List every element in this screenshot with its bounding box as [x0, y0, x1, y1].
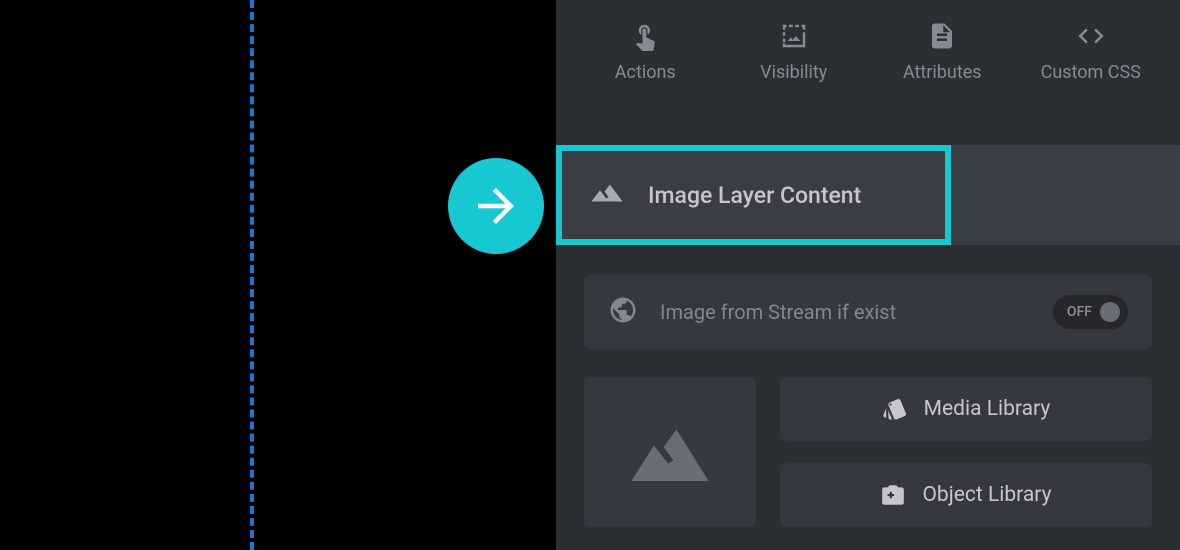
stream-image-label: Image from Stream if exist: [660, 300, 1031, 324]
panel-tabs: Actions Visibility Attributes Custom CSS: [556, 0, 1180, 107]
code-icon: [1075, 20, 1107, 52]
media-library-label: Media Library: [924, 397, 1051, 421]
canvas-area: [0, 0, 556, 550]
section-title: Image Layer Content: [648, 182, 861, 209]
stream-image-row: Image from Stream if exist OFF: [584, 275, 1152, 349]
tab-label: Visibility: [760, 62, 827, 83]
style-icon: [882, 396, 908, 422]
toggle-knob: [1100, 302, 1120, 322]
mountain-placeholder-icon: [631, 423, 709, 481]
object-library-label: Object Library: [922, 483, 1051, 507]
camera-plus-icon: [880, 482, 906, 508]
image-source-row: Media Library Object Library: [584, 377, 1152, 527]
arrow-right-icon: [469, 179, 523, 233]
section-content: Image from Stream if exist OFF Media Lib…: [556, 245, 1180, 527]
section-header-row: Image Layer Content: [556, 145, 1180, 245]
document-icon: [926, 20, 958, 52]
library-buttons-column: Media Library Object Library: [780, 377, 1152, 527]
stream-image-toggle[interactable]: OFF: [1053, 295, 1128, 329]
media-library-button[interactable]: Media Library: [780, 377, 1152, 441]
tab-label: Attributes: [903, 62, 982, 83]
mountain-icon: [590, 176, 624, 214]
image-dashed-icon: [778, 20, 810, 52]
tab-visibility[interactable]: Visibility: [725, 20, 864, 83]
globe-icon: [608, 295, 638, 329]
toggle-state-label: OFF: [1067, 304, 1092, 320]
tab-attributes[interactable]: Attributes: [873, 20, 1012, 83]
image-layer-content-header[interactable]: Image Layer Content: [556, 145, 951, 245]
tab-custom-css[interactable]: Custom CSS: [1022, 20, 1161, 83]
tab-label: Custom CSS: [1041, 62, 1141, 83]
vertical-guide-line: [250, 0, 254, 550]
tab-label: Actions: [615, 62, 676, 83]
touch-icon: [629, 20, 661, 52]
highlight-arrow-indicator: [448, 158, 544, 254]
object-library-button[interactable]: Object Library: [780, 463, 1152, 527]
tab-actions[interactable]: Actions: [576, 20, 715, 83]
image-preview-box[interactable]: [584, 377, 756, 527]
properties-panel: Actions Visibility Attributes Custom CSS: [556, 0, 1180, 550]
